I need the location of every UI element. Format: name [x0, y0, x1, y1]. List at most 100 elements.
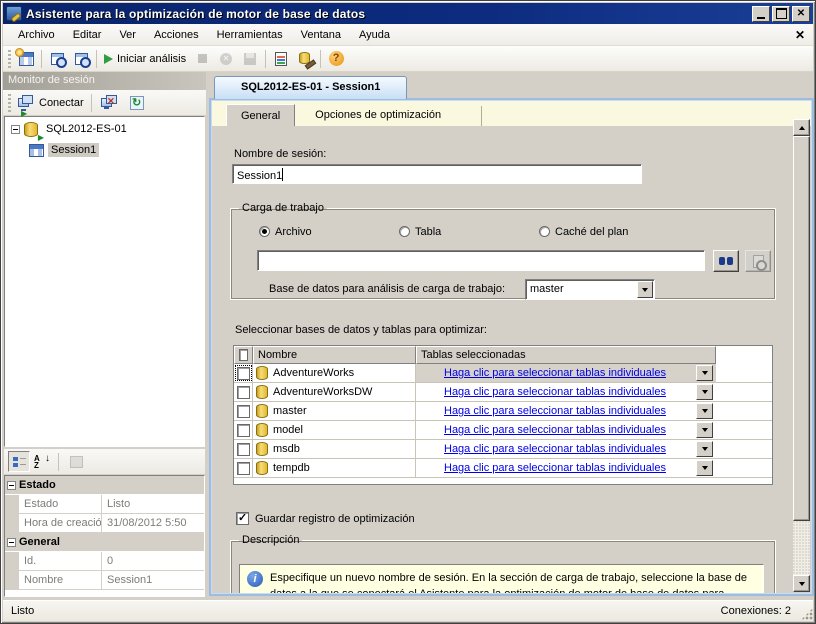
browse-file-button[interactable] [713, 250, 739, 272]
cancel-analysis-icon [220, 53, 232, 65]
open-session-button[interactable] [45, 47, 69, 70]
select-tables-link[interactable]: Haga clic para seleccionar tablas indivi… [444, 424, 666, 436]
workload-db-combo[interactable]: master [525, 279, 655, 300]
collapse-icon[interactable] [11, 125, 20, 134]
menu-acciones[interactable]: Acciones [145, 26, 208, 44]
select-all-header[interactable] [234, 346, 253, 364]
document-tab[interactable]: SQL2012-ES-01 - Session1 [214, 76, 407, 99]
tree-node-server[interactable]: SQL2012-ES-01 [5, 120, 204, 138]
save-log-checkbox[interactable] [236, 512, 249, 525]
toolbar-separator [58, 453, 59, 471]
tables-dropdown-button[interactable] [696, 365, 713, 381]
view-report-icon [275, 52, 287, 66]
tuning-options-button[interactable] [293, 47, 317, 70]
property-label: Nombre [19, 571, 102, 589]
tables-dropdown-button[interactable] [696, 441, 713, 457]
row-checkbox-cell[interactable] [234, 459, 253, 477]
column-header-tablas[interactable]: Tablas seleccionadas [416, 346, 716, 364]
radio-archivo[interactable]: Archivo [259, 226, 312, 238]
new-session-button[interactable] [14, 47, 38, 70]
tables-dropdown-button[interactable] [696, 384, 713, 400]
property-category[interactable]: General [5, 533, 204, 552]
row-checkbox[interactable] [237, 462, 250, 475]
close-button[interactable] [792, 6, 810, 22]
property-row[interactable]: Hora de creación 31/08/2012 5:50 [5, 514, 204, 533]
vertical-scrollbar[interactable] [793, 119, 810, 592]
property-row[interactable]: Nombre Session1 [5, 571, 204, 590]
row-checkbox-cell[interactable] [234, 383, 253, 401]
table-row: msdb Haga clic para seleccionar tablas i… [234, 440, 772, 459]
menu-herramientas[interactable]: Herramientas [208, 26, 292, 44]
workload-file-input[interactable] [257, 250, 705, 271]
workload-group: Carga de trabajo Archivo Tabla Caché del… [230, 202, 776, 300]
toolbar-grip[interactable] [8, 94, 11, 112]
menu-ver[interactable]: Ver [110, 26, 145, 44]
document-close-icon[interactable]: ✕ [795, 28, 805, 42]
sort-alphabetical-button[interactable]: AZ [30, 451, 52, 472]
select-tables-link[interactable]: Haga clic para seleccionar tablas indivi… [444, 367, 666, 379]
radio-cache-icon[interactable] [539, 226, 550, 237]
menu-ayuda[interactable]: Ayuda [350, 26, 399, 44]
collapse-icon[interactable] [7, 481, 16, 490]
select-tables-link[interactable]: Haga clic para seleccionar tablas indivi… [444, 405, 666, 417]
tables-dropdown-button[interactable] [696, 422, 713, 438]
tab-opciones-de-optimizacion[interactable]: Opciones de optimización [295, 106, 482, 126]
radio-tabla-icon[interactable] [399, 226, 410, 237]
help-button[interactable] [324, 47, 348, 70]
tree-server-label: SQL2012-ES-01 [46, 123, 127, 135]
maximize-button[interactable] [772, 6, 790, 22]
row-checkbox[interactable] [237, 443, 250, 456]
row-checkbox[interactable] [237, 424, 250, 437]
session-name-input[interactable]: Session1 [232, 164, 642, 184]
radio-tabla[interactable]: Tabla [399, 226, 441, 238]
menu-archivo[interactable]: Archivo [9, 26, 64, 44]
refresh-button[interactable] [125, 91, 149, 114]
select-tables-link[interactable]: Haga clic para seleccionar tablas indivi… [444, 443, 666, 455]
tab-general[interactable]: General [226, 104, 295, 127]
radio-archivo-icon[interactable] [259, 226, 270, 237]
combo-dropdown-button[interactable] [637, 281, 653, 298]
save-log-checkbox-field[interactable]: Guardar registro de optimización [236, 512, 415, 525]
tables-dropdown-button[interactable] [696, 460, 713, 476]
radio-cache-del-plan[interactable]: Caché del plan [539, 226, 628, 238]
stop-analysis-button [190, 47, 214, 70]
select-all-checkbox[interactable] [239, 349, 248, 361]
disconnect-button[interactable] [95, 91, 119, 114]
view-report-button[interactable] [269, 47, 293, 70]
menu-editar[interactable]: Editar [64, 26, 111, 44]
table-row: master Haga clic para seleccionar tablas… [234, 402, 772, 421]
connect-button[interactable]: Conectar [14, 91, 88, 114]
scrollbar-thumb[interactable] [793, 136, 810, 521]
row-checkbox[interactable] [237, 386, 250, 399]
categorized-button[interactable] [8, 451, 30, 472]
tree-node-session[interactable]: Session1 [5, 141, 204, 159]
table-header: Nombre Tablas seleccionadas [234, 346, 772, 364]
menu-ventana[interactable]: Ventana [292, 26, 350, 44]
toolbar-grip[interactable] [8, 50, 11, 68]
minimize-button[interactable] [752, 6, 770, 22]
database-name: msdb [273, 443, 300, 455]
row-checkbox-cell[interactable] [234, 402, 253, 420]
row-checkbox-cell[interactable] [234, 421, 253, 439]
open-workload-file-button[interactable] [69, 47, 93, 70]
title-bar: Asistente para la optimización de motor … [3, 3, 813, 24]
description-group-label: Descripción [239, 534, 302, 546]
scroll-up-button[interactable] [793, 119, 810, 136]
property-row[interactable]: Estado Listo [5, 495, 204, 514]
select-tables-link[interactable]: Haga clic para seleccionar tablas indivi… [444, 386, 666, 398]
property-category[interactable]: Estado [5, 476, 204, 495]
property-value: Session1 [102, 571, 204, 589]
property-label: Estado [19, 495, 102, 513]
row-checkbox-cell[interactable] [234, 440, 253, 458]
scroll-down-button[interactable] [793, 575, 810, 592]
collapse-icon[interactable] [7, 538, 16, 547]
row-checkbox-cell[interactable] [234, 364, 253, 382]
select-tables-link[interactable]: Haga clic para seleccionar tablas indivi… [444, 462, 666, 474]
property-row[interactable]: Id. 0 [5, 552, 204, 571]
column-header-nombre[interactable]: Nombre [253, 346, 416, 364]
row-checkbox[interactable] [237, 367, 250, 380]
row-checkbox[interactable] [237, 405, 250, 418]
start-analysis-button[interactable]: Iniciar análisis [100, 47, 190, 70]
table-header-filler [716, 346, 772, 364]
tables-dropdown-button[interactable] [696, 403, 713, 419]
